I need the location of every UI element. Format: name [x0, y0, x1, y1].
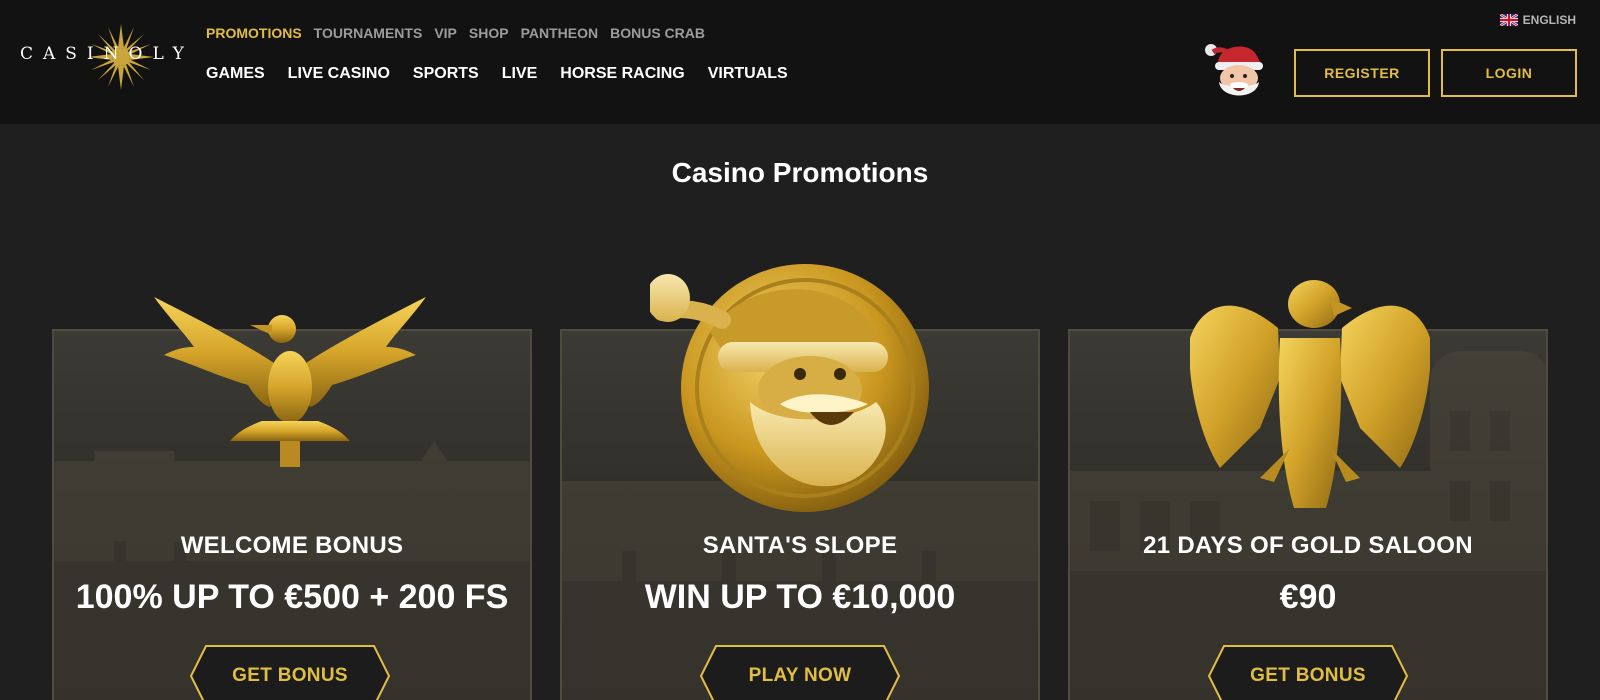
get-bonus-button[interactable]: GET BONUS	[190, 645, 390, 700]
casinoly-logo[interactable]: CASINOLY	[20, 22, 190, 92]
santa-coin-icon	[650, 264, 929, 512]
nav-shop[interactable]: SHOP	[469, 25, 509, 41]
promo-heading: SANTA'S SLOPE	[702, 532, 898, 559]
promo-offer: WIN UP TO €10,000	[644, 578, 956, 616]
gold-eagle-icon	[154, 297, 426, 467]
gold-eagle-statue-icon	[1190, 280, 1430, 508]
get-bonus-label: GET BONUS	[232, 665, 348, 686]
language-label: ENGLISH	[1522, 13, 1576, 27]
nav-pantheon[interactable]: PANTHEON	[521, 25, 599, 41]
site-header: CASINOLY PROMOTIONS TOURNAMENTS VIP SHOP…	[0, 0, 1600, 124]
uk-flag-icon	[1499, 14, 1518, 26]
nav-live-casino[interactable]: LIVE CASINO	[288, 65, 390, 83]
primary-nav: GAMES LIVE CASINO SPORTS LIVE HORSE RACI…	[206, 65, 788, 83]
nav-tournaments[interactable]: TOURNAMENTS	[314, 25, 423, 41]
register-button[interactable]: REGISTER	[1294, 49, 1430, 97]
logo-text: CASINOLY	[20, 44, 194, 64]
page-title: Casino Promotions	[671, 157, 929, 188]
secondary-nav: PROMOTIONS TOURNAMENTS VIP SHOP PANTHEON…	[206, 25, 705, 41]
promo-heading: WELCOME BONUS	[180, 532, 404, 559]
nav-horse-racing[interactable]: HORSE RACING	[560, 65, 684, 83]
promo-offer: 100% UP TO €500 + 200 FS	[75, 578, 509, 616]
nav-bonus-crab[interactable]: BONUS CRAB	[610, 25, 705, 41]
nav-games[interactable]: GAMES	[206, 65, 265, 83]
get-bonus-label: GET BONUS	[1250, 665, 1366, 686]
play-now-button[interactable]: PLAY NOW	[700, 645, 900, 700]
login-button[interactable]: LOGIN	[1441, 49, 1577, 97]
get-bonus-button[interactable]: GET BONUS	[1208, 645, 1408, 700]
play-now-label: PLAY NOW	[748, 665, 852, 686]
nav-promotions[interactable]: PROMOTIONS	[206, 25, 302, 41]
language-selector[interactable]: ENGLISH	[1499, 13, 1576, 27]
santa-promo-icon[interactable]	[1205, 40, 1275, 102]
nav-virtuals[interactable]: VIRTUALS	[708, 65, 788, 83]
promo-offer: €90	[1279, 578, 1337, 616]
nav-vip[interactable]: VIP	[434, 25, 457, 41]
nav-live[interactable]: LIVE	[502, 65, 538, 83]
nav-sports[interactable]: SPORTS	[413, 65, 479, 83]
promo-heading: 21 DAYS OF GOLD SALOON	[1143, 532, 1473, 559]
